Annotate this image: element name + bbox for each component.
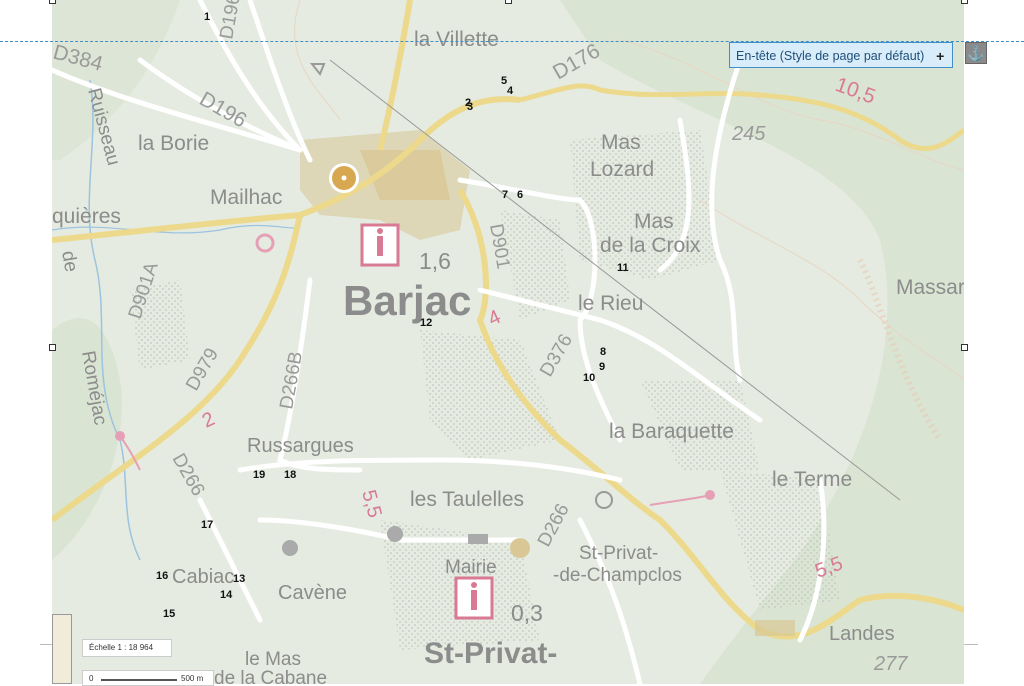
marker-16: 16 [156, 570, 168, 582]
header-add-button[interactable]: + [936, 43, 944, 69]
place-st-privat-2: -de-Champclos [553, 565, 682, 586]
anchor-icon[interactable]: ⚓ [965, 42, 987, 64]
place-mairie: Mairie [445, 557, 497, 578]
marker-19: 19 [253, 469, 265, 481]
marker-13: 13 [233, 573, 245, 585]
header-style-label: En-tête (Style de page par défaut) [736, 49, 925, 63]
place-le-terme: le Terme [772, 468, 852, 491]
scale-bar-start: 0 [89, 674, 94, 683]
inset-map-thumbnail [52, 614, 72, 684]
elevation-245: 245 [731, 123, 766, 145]
distance-1-6: 1,6 [419, 248, 451, 274]
place-borie: la Borie [138, 132, 209, 155]
resize-handle-middle-right[interactable] [961, 344, 968, 351]
marker-15: 15 [163, 608, 175, 620]
place-mas-croix-2: de la Croix [600, 234, 701, 257]
resize-handle-middle-left[interactable] [49, 344, 56, 351]
resize-handle-top-right[interactable] [961, 0, 968, 4]
place-barjac: Barjac [343, 277, 471, 324]
marker-18: 18 [284, 469, 296, 481]
map-image[interactable]: Barjac la Villette la Borie Mailhac quiè… [52, 0, 964, 684]
place-cabiac: Cabiac [172, 566, 234, 588]
resize-handle-top-center[interactable] [505, 0, 512, 4]
place-st-privat-big: St-Privat- [424, 637, 557, 670]
marker-3: 3 [467, 101, 473, 113]
resize-handle-top-left[interactable] [49, 0, 56, 4]
margin-mark-left [40, 644, 52, 645]
marker-14: 14 [220, 589, 233, 601]
margin-mark-right [964, 644, 978, 645]
marker-17: 17 [201, 519, 213, 531]
place-massar: Massar [896, 276, 964, 299]
marker-10: 10 [583, 372, 595, 384]
place-villette: la Villette [414, 28, 499, 51]
elevation-277: 277 [873, 653, 908, 675]
marker-1: 1 [204, 11, 210, 23]
place-quieres: quières [52, 205, 121, 228]
place-mas-croix-1: Mas [634, 210, 674, 233]
place-le-mas-2: de la Cabane [214, 668, 327, 684]
marker-5: 5 [501, 75, 507, 87]
place-st-privat-1: St-Privat- [579, 543, 658, 564]
place-le-rieu: le Rieu [578, 292, 643, 315]
marker-6: 6 [517, 189, 523, 201]
place-cavene: Cavène [278, 582, 347, 604]
map-canvas: Barjac la Villette la Borie Mailhac quiè… [52, 0, 964, 684]
place-mailhac: Mailhac [210, 186, 282, 209]
place-mas-lozard-1: Mas [601, 131, 641, 154]
marker-4: 4 [507, 85, 514, 97]
place-baraquette: la Baraquette [609, 420, 734, 443]
header-style-tag[interactable]: En-tête (Style de page par défaut) + [729, 42, 954, 69]
place-landes: Landes [829, 623, 895, 645]
place-mas-lozard-2: Lozard [590, 158, 654, 181]
scale-bar-end: 500 m [181, 674, 204, 683]
marker-9: 9 [599, 361, 605, 373]
marker-11: 11 [617, 262, 629, 274]
scale-bar-line [101, 679, 177, 681]
marker-8: 8 [600, 346, 606, 358]
scale-label: Échelle 1 : [89, 643, 127, 652]
place-russargues: Russargues [247, 435, 354, 457]
marker-7: 7 [502, 189, 508, 201]
place-de: de [57, 249, 81, 273]
marker-12: 12 [420, 317, 432, 329]
scale-ratio-box: Échelle 1 : 18 964 [82, 639, 172, 657]
scale-value: 18 964 [128, 643, 154, 652]
place-taulelles: les Taulelles [410, 488, 524, 511]
place-le-mas-1: le Mas [245, 649, 301, 670]
distance-0-3: 0,3 [511, 600, 543, 626]
